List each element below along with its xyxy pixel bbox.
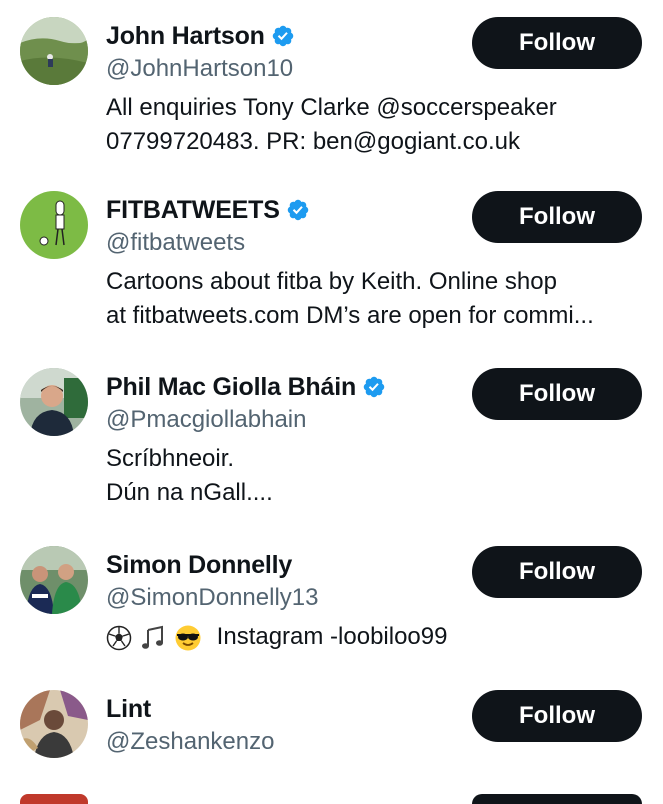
avatar[interactable] — [20, 17, 88, 85]
music-note-emoji — [142, 625, 163, 649]
landscape-photo-avatar — [20, 17, 88, 85]
user-bio-line: All enquiries Tony Clarke @soccerspeaker — [106, 94, 557, 121]
man-photo-avatar — [20, 368, 88, 436]
follow-button[interactable]: Follow — [472, 17, 642, 69]
group-photo-avatar — [20, 546, 88, 614]
artwork-avatar — [20, 690, 88, 758]
follow-button[interactable]: Follow — [472, 191, 642, 243]
user-bio-line: Scríbhneoir. — [106, 445, 235, 472]
verified-badge-icon — [363, 376, 385, 398]
avatar[interactable] — [20, 191, 88, 259]
user-name[interactable]: John Hartson — [106, 22, 265, 51]
follow-button[interactable]: Follow — [472, 546, 642, 598]
user-name[interactable]: Phil Mac Giolla Bháin — [106, 373, 356, 402]
sunglasses-emoji — [175, 625, 201, 651]
follow-button[interactable]: Follow — [472, 690, 642, 742]
verified-badge-icon — [287, 199, 308, 221]
soccer-ball-emoji — [106, 625, 132, 650]
user-name[interactable]: Lint — [106, 695, 151, 724]
next-follow-button-partial — [472, 794, 642, 804]
follow-button[interactable]: Follow — [472, 368, 642, 420]
next-avatar-partial — [20, 794, 88, 804]
user-bio-line: 07799720483. PR: ben@gogiant.co.uk — [106, 128, 521, 155]
cartoon-figure-avatar — [20, 191, 88, 259]
avatar[interactable] — [20, 546, 88, 614]
user-bio: Instagram -loobiloo99 — [106, 620, 646, 654]
user-name[interactable]: FITBATWEETS — [106, 196, 280, 225]
avatar[interactable] — [20, 368, 88, 436]
user-bio-line: Cartoons about fitba by Keith. Online sh… — [106, 268, 557, 295]
user-bio-text: Instagram -loobiloo99 — [216, 623, 448, 650]
avatar[interactable] — [20, 690, 88, 758]
user-name[interactable]: Simon Donnelly — [106, 551, 292, 580]
user-bio-line: at fitbatweets.com DM’s are open for com… — [106, 302, 594, 329]
user-bio-line: Dún na nGall.... — [106, 479, 273, 506]
verified-badge-icon — [272, 25, 293, 47]
